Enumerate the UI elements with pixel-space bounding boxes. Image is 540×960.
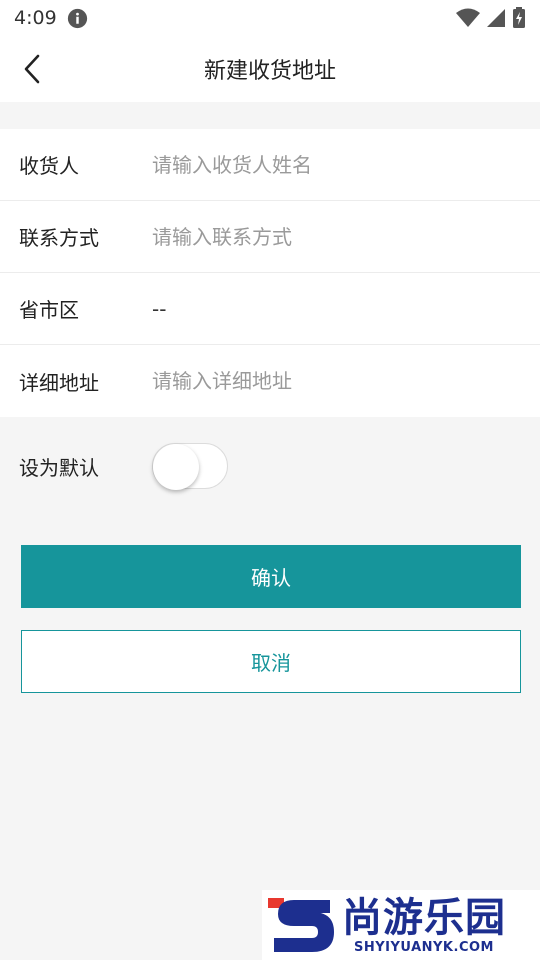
back-button[interactable] bbox=[16, 53, 48, 85]
cancel-button[interactable]: 取消 bbox=[21, 630, 521, 693]
watermark-cn: 尚游乐园 bbox=[342, 894, 506, 941]
battery-icon bbox=[513, 7, 525, 28]
contact-input[interactable] bbox=[152, 216, 540, 257]
status-icons bbox=[456, 7, 526, 29]
signal-icon bbox=[487, 9, 505, 27]
consignee-row: 收货人 bbox=[0, 129, 540, 201]
app-header: 新建收货地址 bbox=[0, 36, 540, 102]
status-bar: 4:09 bbox=[0, 0, 540, 36]
region-row[interactable]: 省市区 -- bbox=[0, 273, 540, 345]
region-selector[interactable]: -- bbox=[152, 297, 166, 321]
contact-row: 联系方式 bbox=[0, 201, 540, 273]
info-icon bbox=[67, 8, 87, 28]
status-time: 4:09 bbox=[14, 7, 57, 29]
default-toggle[interactable] bbox=[152, 443, 228, 490]
chevron-left-icon bbox=[24, 54, 40, 84]
address-row: 详细地址 bbox=[0, 345, 540, 417]
address-form: 收货人 联系方式 省市区 -- 详细地址 bbox=[0, 129, 540, 417]
watermark-logo-icon bbox=[268, 898, 334, 952]
region-label: 省市区 bbox=[19, 298, 79, 322]
default-label: 设为默认 bbox=[19, 455, 99, 480]
consignee-label: 收货人 bbox=[19, 154, 79, 178]
screen: 4:09 新建收货地址 收货人 请输入收货人姓名 联系方式 请输入联系方式 省市… bbox=[0, 0, 540, 960]
consignee-input[interactable] bbox=[152, 144, 540, 185]
toggle-knob bbox=[153, 444, 199, 490]
wifi-icon bbox=[456, 8, 480, 27]
watermark-en: SHYIYUANYK.COM bbox=[354, 939, 494, 955]
watermark-text: 尚游乐园 SHYIYUANYK.COM bbox=[342, 896, 506, 955]
default-row: 设为默认 bbox=[0, 430, 540, 502]
watermark: 尚游乐园 SHYIYUANYK.COM bbox=[262, 890, 540, 960]
contact-label: 联系方式 bbox=[19, 226, 99, 250]
page-title: 新建收货地址 bbox=[203, 59, 336, 84]
confirm-button[interactable]: 确认 bbox=[21, 545, 521, 608]
address-input[interactable] bbox=[152, 361, 540, 401]
address-label: 详细地址 bbox=[19, 370, 99, 395]
